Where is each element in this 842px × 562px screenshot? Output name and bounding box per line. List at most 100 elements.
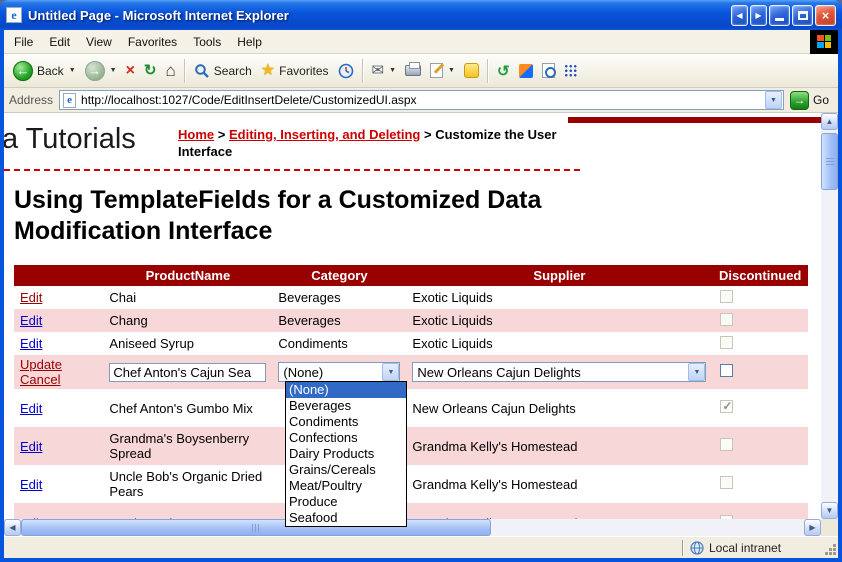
menu-favorites[interactable]: Favorites xyxy=(120,32,185,52)
dropdown-option[interactable]: Beverages xyxy=(286,398,406,414)
breadcrumb-home-link[interactable]: Home xyxy=(178,127,214,142)
back-button[interactable]: ← Back ▼ xyxy=(9,58,80,84)
status-zone-label: Local intranet xyxy=(709,541,781,555)
history-button[interactable] xyxy=(334,60,358,82)
forward-button[interactable]: → ▼ xyxy=(81,58,121,84)
browser-window: e Untitled Page - Microsoft Internet Exp… xyxy=(0,0,842,562)
toolbar-separator xyxy=(184,59,186,83)
minimize-button[interactable] xyxy=(769,5,790,26)
menu-tools[interactable]: Tools xyxy=(185,32,229,52)
home-button[interactable]: ⌂ xyxy=(161,59,179,82)
vertical-scroll-thumb[interactable] xyxy=(821,133,838,190)
search-button[interactable]: Search xyxy=(190,60,256,82)
table-row: Edit Grandma's Boysenberry Spread Grandm… xyxy=(14,427,808,465)
home-icon: ⌂ xyxy=(165,62,175,79)
edit-link[interactable]: Edit xyxy=(20,477,42,492)
scrollbar-corner xyxy=(821,519,838,536)
dropdown-option[interactable]: Confections xyxy=(286,430,406,446)
breadcrumb-separator: > xyxy=(424,127,432,142)
title-bar[interactable]: e Untitled Page - Microsoft Internet Exp… xyxy=(0,0,842,30)
go-label: Go xyxy=(813,93,829,107)
windows-logo-icon xyxy=(810,30,838,54)
mail-dropdown-icon[interactable]: ▼ xyxy=(389,67,396,74)
menu-bar: File Edit View Favorites Tools Help xyxy=(4,30,838,54)
refresh-button[interactable]: ↻ xyxy=(140,60,161,81)
dropdown-option[interactable]: Meat/Poultry xyxy=(286,478,406,494)
maximize-button[interactable] xyxy=(792,5,813,26)
scroll-down-button[interactable]: ▼ xyxy=(821,502,838,519)
dropdown-option-selected[interactable]: (None) xyxy=(286,382,406,398)
breadcrumb-separator: > xyxy=(218,127,226,142)
menu-file[interactable]: File xyxy=(6,32,41,52)
dropdown-option[interactable]: Seafood xyxy=(286,510,406,526)
supplier-cell: Grandma Kelly's Homestead xyxy=(406,427,712,465)
address-field[interactable]: e http://localhost:1027/Code/EditInsertD… xyxy=(59,90,784,110)
stop-button[interactable]: × xyxy=(122,60,139,82)
update-link[interactable]: Update xyxy=(20,357,62,372)
edit-link[interactable]: Edit xyxy=(20,401,42,416)
product-name-input[interactable] xyxy=(109,363,266,382)
nav-left-button[interactable]: ◀ xyxy=(731,5,748,26)
horizontal-scrollbar[interactable]: ◀ ▶ xyxy=(4,519,821,536)
discontinued-checkbox xyxy=(720,400,733,413)
resize-grip[interactable] xyxy=(824,539,838,557)
address-url[interactable]: http://localhost:1027/Code/EditInsertDel… xyxy=(81,93,760,107)
back-label: Back xyxy=(37,64,64,78)
cancel-link[interactable]: Cancel xyxy=(20,372,60,387)
edit-link[interactable]: Edit xyxy=(20,439,42,454)
edit-link[interactable]: Edit xyxy=(20,313,42,328)
table-row: Edit Chai Beverages Exotic Liquids xyxy=(14,286,808,309)
favorites-icon: ★ xyxy=(261,63,275,79)
supplier-cell: Exotic Liquids xyxy=(406,286,712,309)
dropdown-option[interactable]: Condiments xyxy=(286,414,406,430)
scroll-left-button[interactable]: ◀ xyxy=(4,519,21,536)
vertical-scrollbar[interactable]: ▲ ▼ xyxy=(821,113,838,519)
addon-grid-icon xyxy=(564,64,578,78)
addon-button-1[interactable]: ↺ xyxy=(493,59,514,83)
discontinued-checkbox xyxy=(720,438,733,451)
go-button[interactable]: → Go xyxy=(790,91,833,110)
edit-link[interactable]: Edit xyxy=(20,290,42,305)
category-select[interactable]: (None) ▼ xyxy=(278,362,400,382)
menu-help[interactable]: Help xyxy=(229,32,270,52)
product-cell: Grandma's Boysenberry Spread xyxy=(103,427,272,465)
product-cell: Aniseed Syrup xyxy=(103,332,272,355)
supplier-select-arrow-icon[interactable]: ▼ xyxy=(688,363,705,381)
table-row: Edit Uncle Bob's Organic Dried Pears Gra… xyxy=(14,465,808,503)
category-select-arrow-icon[interactable]: ▼ xyxy=(382,363,399,381)
breadcrumb-section-link[interactable]: Editing, Inserting, and Deleting xyxy=(229,127,420,142)
horizontal-scroll-thumb[interactable] xyxy=(21,519,491,536)
scroll-up-button[interactable]: ▲ xyxy=(821,113,838,130)
dropdown-option[interactable]: Grains/Cereals xyxy=(286,462,406,478)
edit-page-button[interactable]: ▼ xyxy=(426,60,459,81)
edit-dropdown-icon[interactable]: ▼ xyxy=(448,67,455,74)
dropdown-option[interactable]: Produce xyxy=(286,494,406,510)
back-dropdown-icon[interactable]: ▼ xyxy=(69,67,76,74)
addon-button-3[interactable] xyxy=(538,60,559,81)
toolbar-separator xyxy=(362,59,364,83)
print-button[interactable] xyxy=(401,62,425,79)
scroll-right-button[interactable]: ▶ xyxy=(804,519,821,536)
history-icon xyxy=(338,63,354,79)
address-dropdown-button[interactable]: ▼ xyxy=(765,91,782,109)
dropdown-option[interactable]: Dairy Products xyxy=(286,446,406,462)
favorites-button[interactable]: ★ Favorites xyxy=(257,60,333,82)
close-button[interactable]: × xyxy=(815,5,836,26)
menu-view[interactable]: View xyxy=(78,32,120,52)
forward-dropdown-icon[interactable]: ▼ xyxy=(110,67,117,74)
messenger-button[interactable] xyxy=(460,60,483,81)
menu-edit[interactable]: Edit xyxy=(41,32,78,52)
grid-header-supplier: Supplier xyxy=(406,265,712,286)
status-main-pane xyxy=(4,537,682,558)
discontinued-checkbox[interactable] xyxy=(720,364,733,377)
addon-color-icon xyxy=(519,64,533,78)
mail-button[interactable]: ✉ ▼ xyxy=(368,60,401,81)
nav-right-button[interactable]: ▶ xyxy=(750,5,767,26)
addon-button-2[interactable] xyxy=(515,61,537,81)
edit-link[interactable]: Edit xyxy=(20,336,42,351)
addon-button-4[interactable] xyxy=(560,61,582,81)
favorites-label: Favorites xyxy=(279,64,328,78)
discontinued-checkbox xyxy=(720,290,733,303)
edit-page-icon xyxy=(430,63,443,78)
supplier-select[interactable]: New Orleans Cajun Delights ▼ xyxy=(412,362,706,382)
